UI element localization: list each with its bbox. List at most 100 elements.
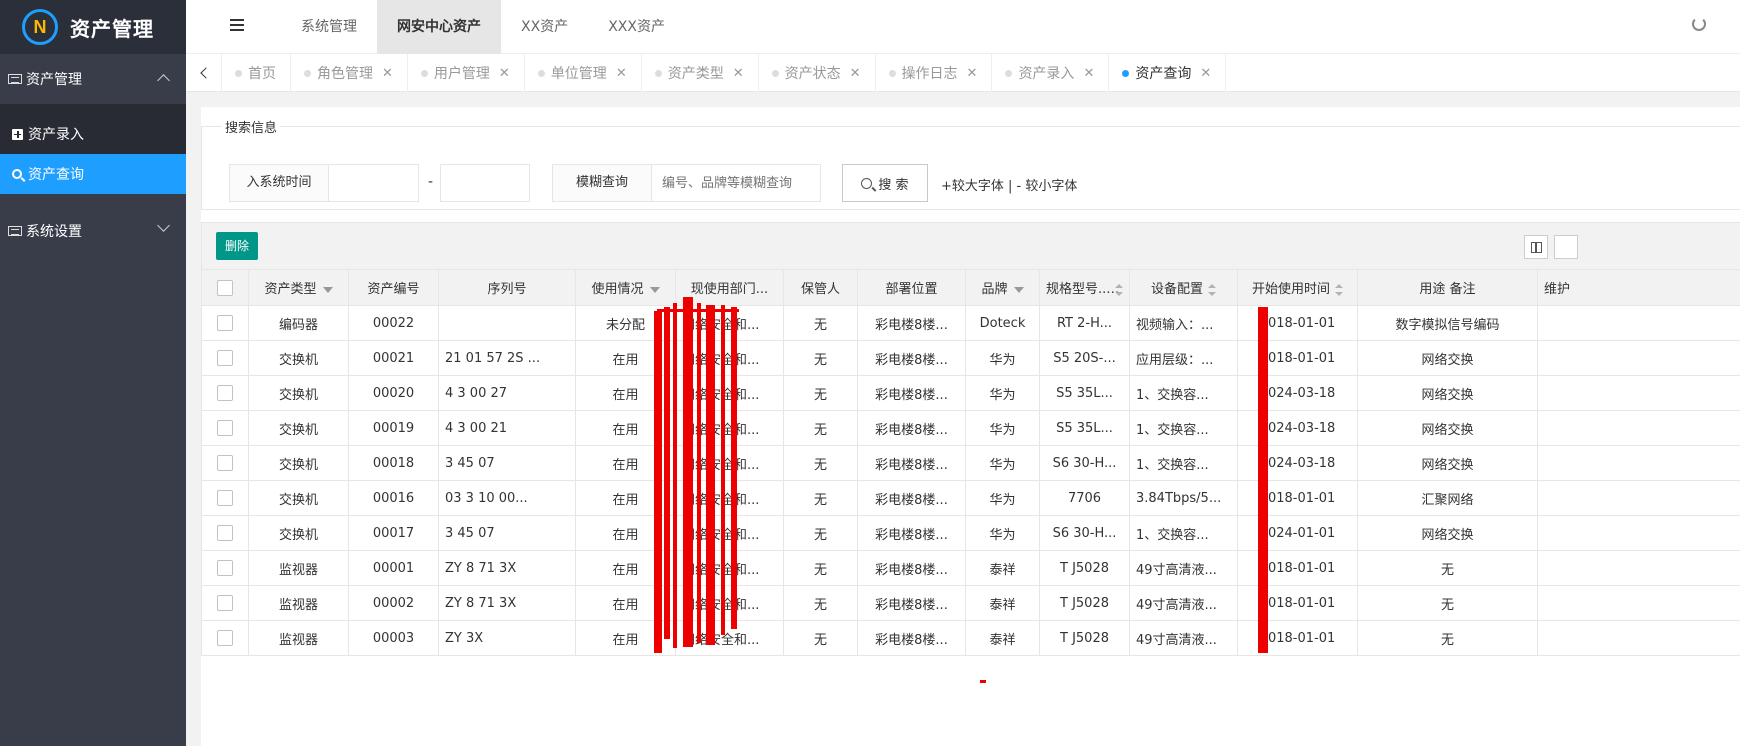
menu-toggle-icon[interactable]: [230, 19, 244, 31]
row-select-cell[interactable]: [201, 375, 249, 411]
row-select-cell[interactable]: [201, 550, 249, 586]
header-location[interactable]: 部署位置: [857, 269, 966, 306]
row-checkbox[interactable]: [217, 420, 233, 436]
cell-serial-number: 4 3 00 21: [438, 410, 576, 446]
table-row[interactable]: 监视器00001ZY 8 71 3X在用网络安全和...无彩电楼8楼...泰祥T…: [201, 550, 1740, 586]
nav-xxx-assets[interactable]: XXX资产: [588, 0, 685, 54]
row-checkbox[interactable]: [217, 490, 233, 506]
tab-asset-entry[interactable]: 资产录入 ✕: [992, 54, 1110, 92]
row-checkbox[interactable]: [217, 525, 233, 541]
font-size-controls[interactable]: +较大字体 | - 较小字体: [941, 175, 1077, 194]
filter-icon[interactable]: [322, 286, 333, 293]
select-all-checkbox[interactable]: [217, 279, 233, 296]
tab-home[interactable]: 首页: [222, 54, 291, 92]
row-checkbox[interactable]: [217, 315, 233, 331]
table-row[interactable]: 交换机000204 3 00 27在用网络安全和...无彩电楼8楼...华为S5…: [201, 375, 1740, 411]
header-asset-type[interactable]: 资产类型: [248, 269, 349, 306]
tab-asset-query[interactable]: 资产查询 ✕: [1109, 54, 1227, 92]
row-select-cell[interactable]: [201, 515, 249, 551]
columns-filter-button[interactable]: [1524, 235, 1548, 259]
cell-model: 7706: [1039, 480, 1130, 516]
sidebar-group-asset-management[interactable]: 资产管理: [0, 54, 186, 104]
entry-time-end-input[interactable]: [440, 164, 530, 202]
table-row[interactable]: 交换机000183 45 07在用网络安全和...无彩电楼8楼...华为S6 3…: [201, 445, 1740, 481]
row-select-cell[interactable]: [201, 340, 249, 376]
cell-maintenance: [1537, 305, 1740, 341]
table-row[interactable]: 交换机000173 45 07在用网络安全和...无彩电楼8楼...华为S6 3…: [201, 515, 1740, 551]
table-row[interactable]: 交换机000194 3 00 21在用网络安全和...无彩电楼8楼...华为S5…: [201, 410, 1740, 446]
row-checkbox[interactable]: [217, 455, 233, 471]
close-icon[interactable]: ✕: [616, 66, 627, 81]
tab-asset-status[interactable]: 资产状态 ✕: [759, 54, 876, 92]
cell-start-date: 2018-01-01: [1237, 585, 1358, 621]
row-select-cell[interactable]: [201, 480, 249, 516]
header-model[interactable]: 规格型号...: [1039, 269, 1130, 306]
filter-icon[interactable]: [1013, 286, 1024, 293]
tab-unit-management[interactable]: 单位管理 ✕: [525, 54, 642, 92]
header-usage-status[interactable]: 使用情况: [575, 269, 676, 306]
cell-asset-type: 编码器: [248, 305, 349, 341]
cell-asset-type: 交换机: [248, 340, 349, 376]
nav-system-management[interactable]: 系统管理: [281, 0, 377, 54]
tab-scroll-left-button[interactable]: [186, 54, 222, 92]
filter-icon[interactable]: [649, 286, 660, 293]
delete-button[interactable]: 删除: [216, 232, 259, 260]
row-checkbox[interactable]: [217, 630, 233, 646]
range-separator: -: [428, 174, 434, 190]
table-row[interactable]: 监视器00002ZY 8 71 3X在用网络安全和...无彩电楼8楼...泰祥T…: [201, 585, 1740, 621]
cell-asset-number: 00016: [348, 480, 439, 516]
close-icon[interactable]: ✕: [499, 66, 510, 81]
export-button[interactable]: [1554, 235, 1578, 259]
tab-role-management[interactable]: 角色管理 ✕: [291, 54, 408, 92]
refresh-icon[interactable]: [1692, 17, 1706, 31]
row-select-cell[interactable]: [201, 410, 249, 446]
header-configuration[interactable]: 设备配置: [1129, 269, 1238, 306]
row-checkbox[interactable]: [217, 350, 233, 366]
tab-asset-types[interactable]: 资产类型 ✕: [642, 54, 759, 92]
table-row[interactable]: 交换机0002121 01 57 2S ...在用网络安全和...无彩电楼8楼.…: [201, 340, 1740, 376]
cell-asset-type: 交换机: [248, 480, 349, 516]
row-select-cell[interactable]: [201, 620, 249, 656]
cell-maintenance: [1537, 585, 1740, 621]
row-checkbox[interactable]: [217, 560, 233, 576]
table-row[interactable]: 交换机0001603 3 10 00...在用网络安全和...无彩电楼8楼...…: [201, 480, 1740, 516]
nav-xx-assets[interactable]: XX资产: [501, 0, 588, 54]
close-icon[interactable]: ✕: [733, 66, 744, 81]
row-select-cell[interactable]: [201, 305, 249, 341]
sort-icon[interactable]: [1335, 283, 1343, 296]
close-icon[interactable]: ✕: [1083, 66, 1094, 81]
cell-configuration: 应用层级：...: [1129, 340, 1238, 376]
close-icon[interactable]: ✕: [850, 66, 861, 81]
row-checkbox[interactable]: [217, 385, 233, 401]
table-row[interactable]: 监视器 00003 ZY 3X 在用 网络安全和... 无彩电楼8楼... 泰祥 T J502…: [201, 620, 1740, 656]
tab-operation-log[interactable]: 操作日志 ✕: [876, 54, 993, 92]
fuzzy-query-input[interactable]: [651, 164, 821, 202]
close-icon[interactable]: ✕: [1200, 66, 1211, 81]
header-custodian[interactable]: 保管人: [783, 269, 858, 306]
close-icon[interactable]: ✕: [382, 66, 393, 81]
row-checkbox[interactable]: [217, 595, 233, 611]
search-button[interactable]: 搜 索: [842, 164, 928, 202]
sidebar-item-asset-query[interactable]: 资产查询: [0, 154, 186, 194]
sidebar-group-system-settings[interactable]: 系统设置: [0, 206, 186, 256]
header-start-date[interactable]: 开始使用时间: [1237, 269, 1358, 306]
sidebar-item-asset-entry[interactable]: 资产录入: [0, 114, 186, 154]
sort-icon[interactable]: [1208, 283, 1216, 296]
nav-security-center-assets[interactable]: 网安中心资产: [377, 0, 501, 54]
table-row[interactable]: 编码器00022未分配网络安全和...无彩电楼8楼...DoteckRT 2-H…: [201, 305, 1740, 341]
cell-model: RT 2-H...: [1039, 305, 1130, 341]
header-purpose[interactable]: 用途 备注: [1357, 269, 1538, 306]
tab-user-management[interactable]: 用户管理 ✕: [408, 54, 525, 92]
header-brand[interactable]: 品牌: [965, 269, 1040, 306]
redaction-mark: [664, 307, 670, 639]
close-icon[interactable]: ✕: [967, 66, 978, 81]
header-maintenance[interactable]: 维护: [1537, 269, 1740, 306]
header-asset-number[interactable]: 资产编号: [348, 269, 439, 306]
entry-time-start-input[interactable]: [328, 164, 419, 202]
tab-dot-icon: [235, 70, 242, 77]
row-select-cell[interactable]: [201, 585, 249, 621]
header-select-all[interactable]: [201, 269, 249, 306]
header-serial-number[interactable]: 序列号: [438, 269, 576, 306]
tab-dot-icon: [537, 70, 545, 77]
row-select-cell[interactable]: [201, 445, 249, 481]
